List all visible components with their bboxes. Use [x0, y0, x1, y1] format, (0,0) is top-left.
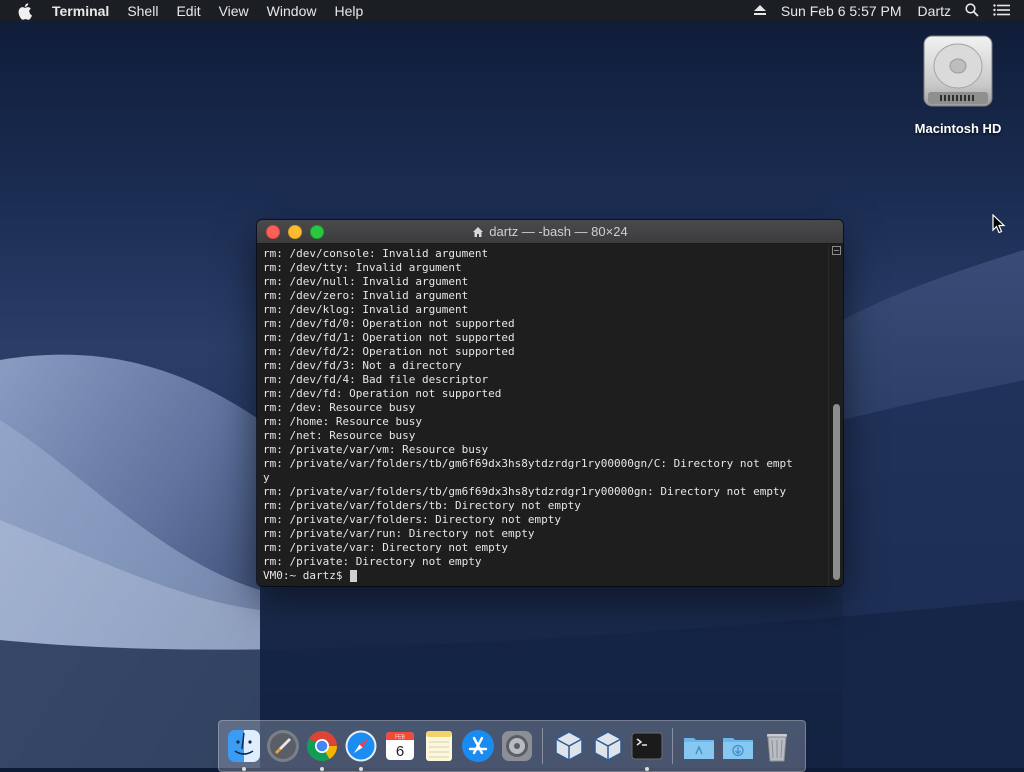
- download-folder-icon: [722, 738, 753, 759]
- terminal-line: rm: /private/var/folders/tb/gm6f69dx3hs8…: [263, 485, 787, 498]
- app-store-icon: [461, 730, 494, 762]
- trash-icon: [766, 734, 787, 762]
- calendar-month: FEB: [395, 735, 405, 741]
- mouse-pointer-icon: [992, 214, 1006, 234]
- terminal-line: rm: /dev/null: Invalid argument: [263, 275, 469, 288]
- terminal-titlebar[interactable]: dartz — -bash — 80×24: [257, 220, 843, 244]
- dock-chrome[interactable]: [305, 729, 339, 771]
- terminal-output[interactable]: rm: /dev/console: Invalid argument rm: /…: [257, 244, 829, 586]
- spotlight-search-icon[interactable]: [965, 2, 979, 20]
- text-cursor: [350, 570, 358, 582]
- shell-prompt: VM0:~ dartz$: [263, 569, 350, 582]
- terminal-line: rm: /home: Resource busy: [263, 415, 422, 428]
- finder-icon: [227, 730, 260, 762]
- terminal-line: rm: /private/var/folders: Directory not …: [263, 513, 562, 526]
- scroll-split-button[interactable]: [832, 246, 841, 255]
- dock-downloads-folder[interactable]: [721, 729, 755, 763]
- terminal-line: rm: /private/var/folders/tb/gm6f69dx3hs8…: [263, 457, 793, 470]
- window-title: dartz — -bash — 80×24: [472, 224, 628, 239]
- terminal-line: rm: /dev/fd/2: Operation not supported: [263, 345, 515, 358]
- chrome-icon: [306, 731, 337, 762]
- terminal-line: rm: /dev/fd/4: Bad file descriptor: [263, 373, 489, 386]
- dock-app-store[interactable]: [461, 729, 495, 763]
- menu-clock[interactable]: Sun Feb 6 5:57 PM: [781, 3, 902, 19]
- dock-separator: [542, 728, 543, 764]
- zoom-button[interactable]: [310, 225, 324, 239]
- terminal-line: rm: /private/var/run: Directory not empt…: [263, 527, 535, 540]
- dock-virtualbox-2[interactable]: [591, 729, 625, 763]
- dock: FEB 6: [218, 720, 806, 772]
- dock-calendar[interactable]: FEB 6: [383, 729, 417, 763]
- desktop-item-macintosh-hd[interactable]: Macintosh HD: [906, 30, 1010, 136]
- menu-shell[interactable]: Shell: [127, 3, 158, 19]
- menu-view[interactable]: View: [219, 3, 249, 19]
- dock-system-preferences[interactable]: [500, 729, 534, 763]
- terminal-line: rm: /dev: Resource busy: [263, 401, 416, 414]
- eject-icon[interactable]: [753, 3, 767, 19]
- terminal-line: y: [263, 471, 270, 484]
- terminal-window[interactable]: dartz — -bash — 80×24 rm: /dev/console: …: [257, 220, 843, 586]
- minimize-button[interactable]: [288, 225, 302, 239]
- menu-app-terminal[interactable]: Terminal: [52, 3, 109, 19]
- menu-user[interactable]: Dartz: [918, 3, 951, 19]
- menu-edit[interactable]: Edit: [176, 3, 200, 19]
- terminal-line: rm: /private/var/vm: Resource busy: [263, 443, 489, 456]
- menu-bar: Terminal Shell Edit View Window Help Sun…: [0, 0, 1024, 22]
- terminal-line: rm: /private/var/folders/tb: Directory n…: [263, 499, 581, 512]
- virtualbox-cube-icon: [593, 731, 622, 761]
- terminal-line: rm: /private: Directory not empty: [263, 555, 482, 568]
- launchpad-rocket-icon: [266, 730, 299, 762]
- window-controls: [266, 225, 332, 239]
- menu-window[interactable]: Window: [267, 3, 317, 19]
- dock-virtualbox-1[interactable]: [552, 729, 586, 763]
- calendar-icon: FEB 6: [385, 732, 414, 760]
- notification-center-icon[interactable]: [993, 3, 1010, 19]
- dock-finder[interactable]: [227, 729, 261, 771]
- dock-notes[interactable]: [422, 729, 456, 763]
- dock-launchpad[interactable]: [266, 729, 300, 763]
- dock-trash[interactable]: [760, 729, 794, 763]
- terminal-icon: [631, 732, 662, 760]
- dock-separator: [672, 728, 673, 764]
- virtualbox-cube-icon: [554, 731, 583, 761]
- terminal-line: rm: /dev/tty: Invalid argument: [263, 261, 462, 274]
- folder-icon: [683, 738, 714, 759]
- scrollbar-thumb[interactable]: [833, 404, 840, 580]
- terminal-line: rm: /dev/fd: Operation not supported: [263, 387, 502, 400]
- notes-icon: [425, 731, 452, 761]
- terminal-scrollbar[interactable]: [828, 244, 843, 586]
- terminal-line: rm: /net: Resource busy: [263, 429, 416, 442]
- menu-extras: Sun Feb 6 5:57 PM Dartz: [753, 0, 1024, 22]
- close-button[interactable]: [266, 225, 280, 239]
- hard-drive-icon: [923, 35, 993, 107]
- terminal-line: rm: /dev/fd/1: Operation not supported: [263, 331, 515, 344]
- terminal-prompt-line[interactable]: VM0:~ dartz$: [263, 569, 829, 583]
- terminal-line: rm: /dev/console: Invalid argument: [263, 247, 489, 260]
- apple-menu-icon[interactable]: [18, 0, 38, 22]
- dock-applications-folder[interactable]: [682, 729, 716, 763]
- terminal-line: rm: /dev/zero: Invalid argument: [263, 289, 469, 302]
- dock-terminal[interactable]: [630, 729, 664, 771]
- calendar-day: 6: [395, 743, 403, 760]
- terminal-line: rm: /private/var: Directory not empty: [263, 541, 509, 554]
- terminal-line: rm: /dev/fd/0: Operation not supported: [263, 317, 515, 330]
- terminal-line: rm: /dev/fd/3: Not a directory: [263, 359, 462, 372]
- window-title-text: dartz — -bash — 80×24: [489, 224, 628, 239]
- gear-icon: [501, 731, 532, 761]
- safari-compass-icon: [345, 730, 376, 762]
- home-folder-icon: [472, 226, 484, 238]
- menu-help[interactable]: Help: [334, 3, 363, 19]
- terminal-line: rm: /dev/klog: Invalid argument: [263, 303, 469, 316]
- dock-safari[interactable]: [344, 729, 378, 771]
- desktop-item-label: Macintosh HD: [914, 121, 1002, 136]
